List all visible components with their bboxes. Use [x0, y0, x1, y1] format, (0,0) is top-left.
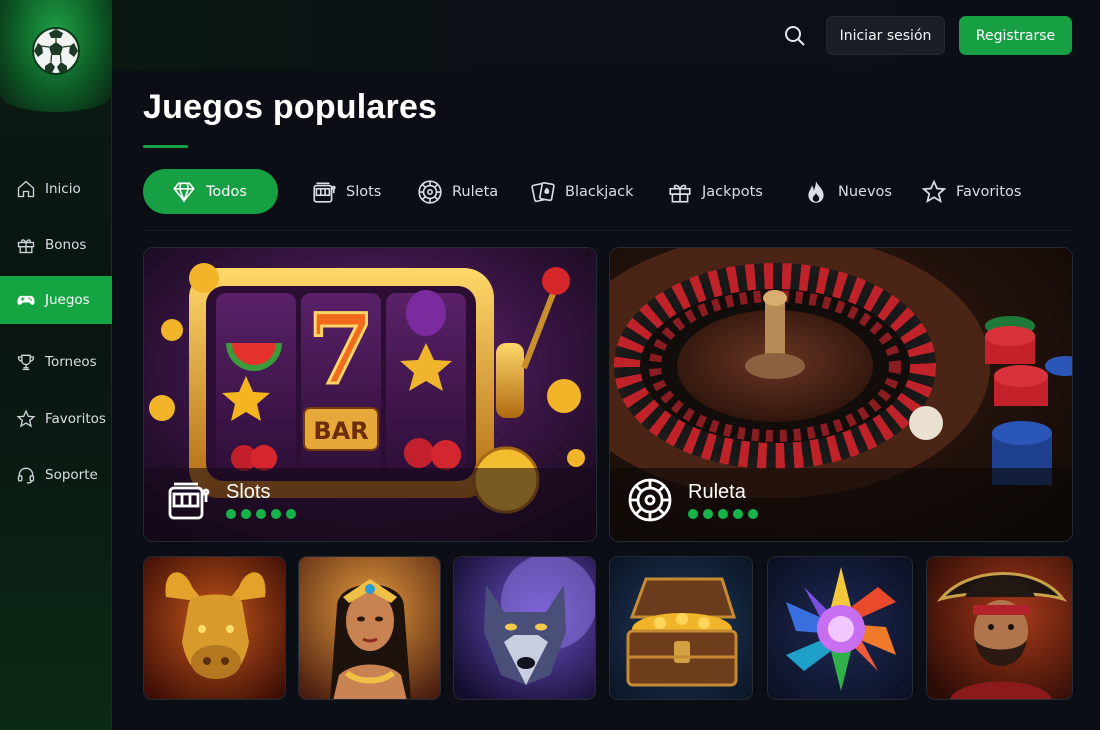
- card-label: Ruleta: [626, 476, 758, 524]
- page-title: Juegos populares: [143, 88, 438, 126]
- rating-dot: [286, 509, 296, 519]
- svg-text:BAR: BAR: [313, 417, 368, 445]
- divider: [143, 230, 1073, 231]
- queen-artwork: [299, 557, 440, 699]
- tab-label: Blackjack: [565, 183, 634, 200]
- gift-icon: [669, 184, 691, 203]
- featured-card-slots[interactable]: 7 BAR Slots: [143, 247, 597, 542]
- top-bar: [112, 0, 1100, 70]
- tab-label: Nuevos: [838, 183, 892, 200]
- game-thumbnail-egyptian-queen[interactable]: [298, 556, 441, 700]
- soccer-ball-icon[interactable]: [30, 25, 82, 77]
- gamepad-icon: [17, 295, 35, 305]
- tab-jackpots[interactable]: Jackpots: [667, 169, 763, 214]
- tab-ruleta[interactable]: Ruleta: [417, 169, 498, 214]
- diamond-icon: [173, 182, 195, 203]
- game-thumbnail-golden-bull[interactable]: [143, 556, 286, 700]
- star-icon: [16, 409, 36, 428]
- tab-label: Favoritos: [956, 183, 1022, 200]
- bull-artwork: [144, 557, 285, 699]
- roulette-icon: [628, 478, 672, 522]
- logo-area: [0, 0, 112, 112]
- sidebar-item-label: Juegos: [45, 292, 90, 308]
- rating-dot: [718, 509, 728, 519]
- sidebar-item-soporte[interactable]: Soporte: [0, 451, 112, 499]
- sidebar-item-label: Soporte: [45, 467, 98, 483]
- star-icon: [921, 179, 947, 203]
- trophy-icon: [17, 354, 35, 371]
- sidebar-item-inicio[interactable]: Inicio: [0, 165, 112, 213]
- home-icon: [17, 180, 35, 198]
- register-button[interactable]: Registrarse: [959, 16, 1072, 55]
- featured-card-ruleta[interactable]: Ruleta: [609, 247, 1073, 542]
- rating-dot: [256, 509, 266, 519]
- search-icon[interactable]: [783, 24, 807, 48]
- sidebar-item-juegos[interactable]: Juegos: [0, 276, 112, 324]
- game-thumbnail-pirate[interactable]: [926, 556, 1073, 700]
- roulette-icon: [418, 179, 442, 204]
- tab-label: Jackpots: [702, 183, 763, 200]
- sidebar-item-label: Inicio: [45, 181, 81, 197]
- rating-dot: [748, 509, 758, 519]
- rating-dot: [703, 509, 713, 519]
- wolf-artwork: [454, 557, 595, 699]
- slot-machine-icon: [168, 482, 210, 520]
- svg-text:7: 7: [308, 293, 375, 406]
- tab-label: Slots: [346, 183, 382, 200]
- rating-dot: [241, 509, 251, 519]
- rating-dots: [688, 509, 758, 519]
- headset-icon: [17, 467, 35, 484]
- gift-icon: [17, 239, 35, 254]
- tab-todos[interactable]: Todos: [143, 169, 278, 214]
- tab-slots[interactable]: Slots: [311, 169, 381, 214]
- gem-artwork: [768, 557, 912, 699]
- cards-icon: [531, 181, 555, 202]
- pirate-artwork: [927, 557, 1072, 699]
- card-title: Ruleta: [688, 481, 746, 503]
- sidebar: Inicio Bonos Juegos Torneos Favoritos So…: [0, 0, 112, 730]
- card-label: Slots: [164, 476, 296, 524]
- sidebar-item-label: Torneos: [45, 354, 97, 370]
- game-thumbnail-treasure-chest[interactable]: [609, 556, 753, 700]
- sidebar-item-label: Favoritos: [45, 411, 106, 427]
- sidebar-item-label: Bonos: [45, 237, 87, 253]
- rating-dot: [688, 509, 698, 519]
- tab-blackjack[interactable]: Blackjack: [530, 169, 634, 214]
- game-thumbnail-gem-star[interactable]: [767, 556, 913, 700]
- login-button[interactable]: Iniciar sesión: [826, 16, 945, 55]
- rating-dot: [733, 509, 743, 519]
- card-title: Slots: [226, 481, 271, 503]
- rating-dot: [226, 509, 236, 519]
- title-underline: [143, 145, 188, 148]
- tab-favoritos[interactable]: Favoritos: [921, 169, 1021, 214]
- sidebar-item-torneos[interactable]: Torneos: [0, 338, 112, 386]
- flame-icon: [808, 180, 824, 203]
- tab-label: Todos: [206, 183, 247, 200]
- game-thumbnail-wolf[interactable]: [453, 556, 596, 700]
- sidebar-item-favoritos[interactable]: Favoritos: [0, 395, 112, 443]
- rating-dot: [271, 509, 281, 519]
- rating-dots: [226, 509, 296, 519]
- sidebar-item-bonos[interactable]: Bonos: [0, 221, 112, 269]
- tab-nuevos[interactable]: Nuevos: [803, 169, 892, 214]
- treasure-artwork: [610, 557, 752, 699]
- tab-label: Ruleta: [452, 183, 499, 200]
- slot-machine-icon: [313, 182, 336, 203]
